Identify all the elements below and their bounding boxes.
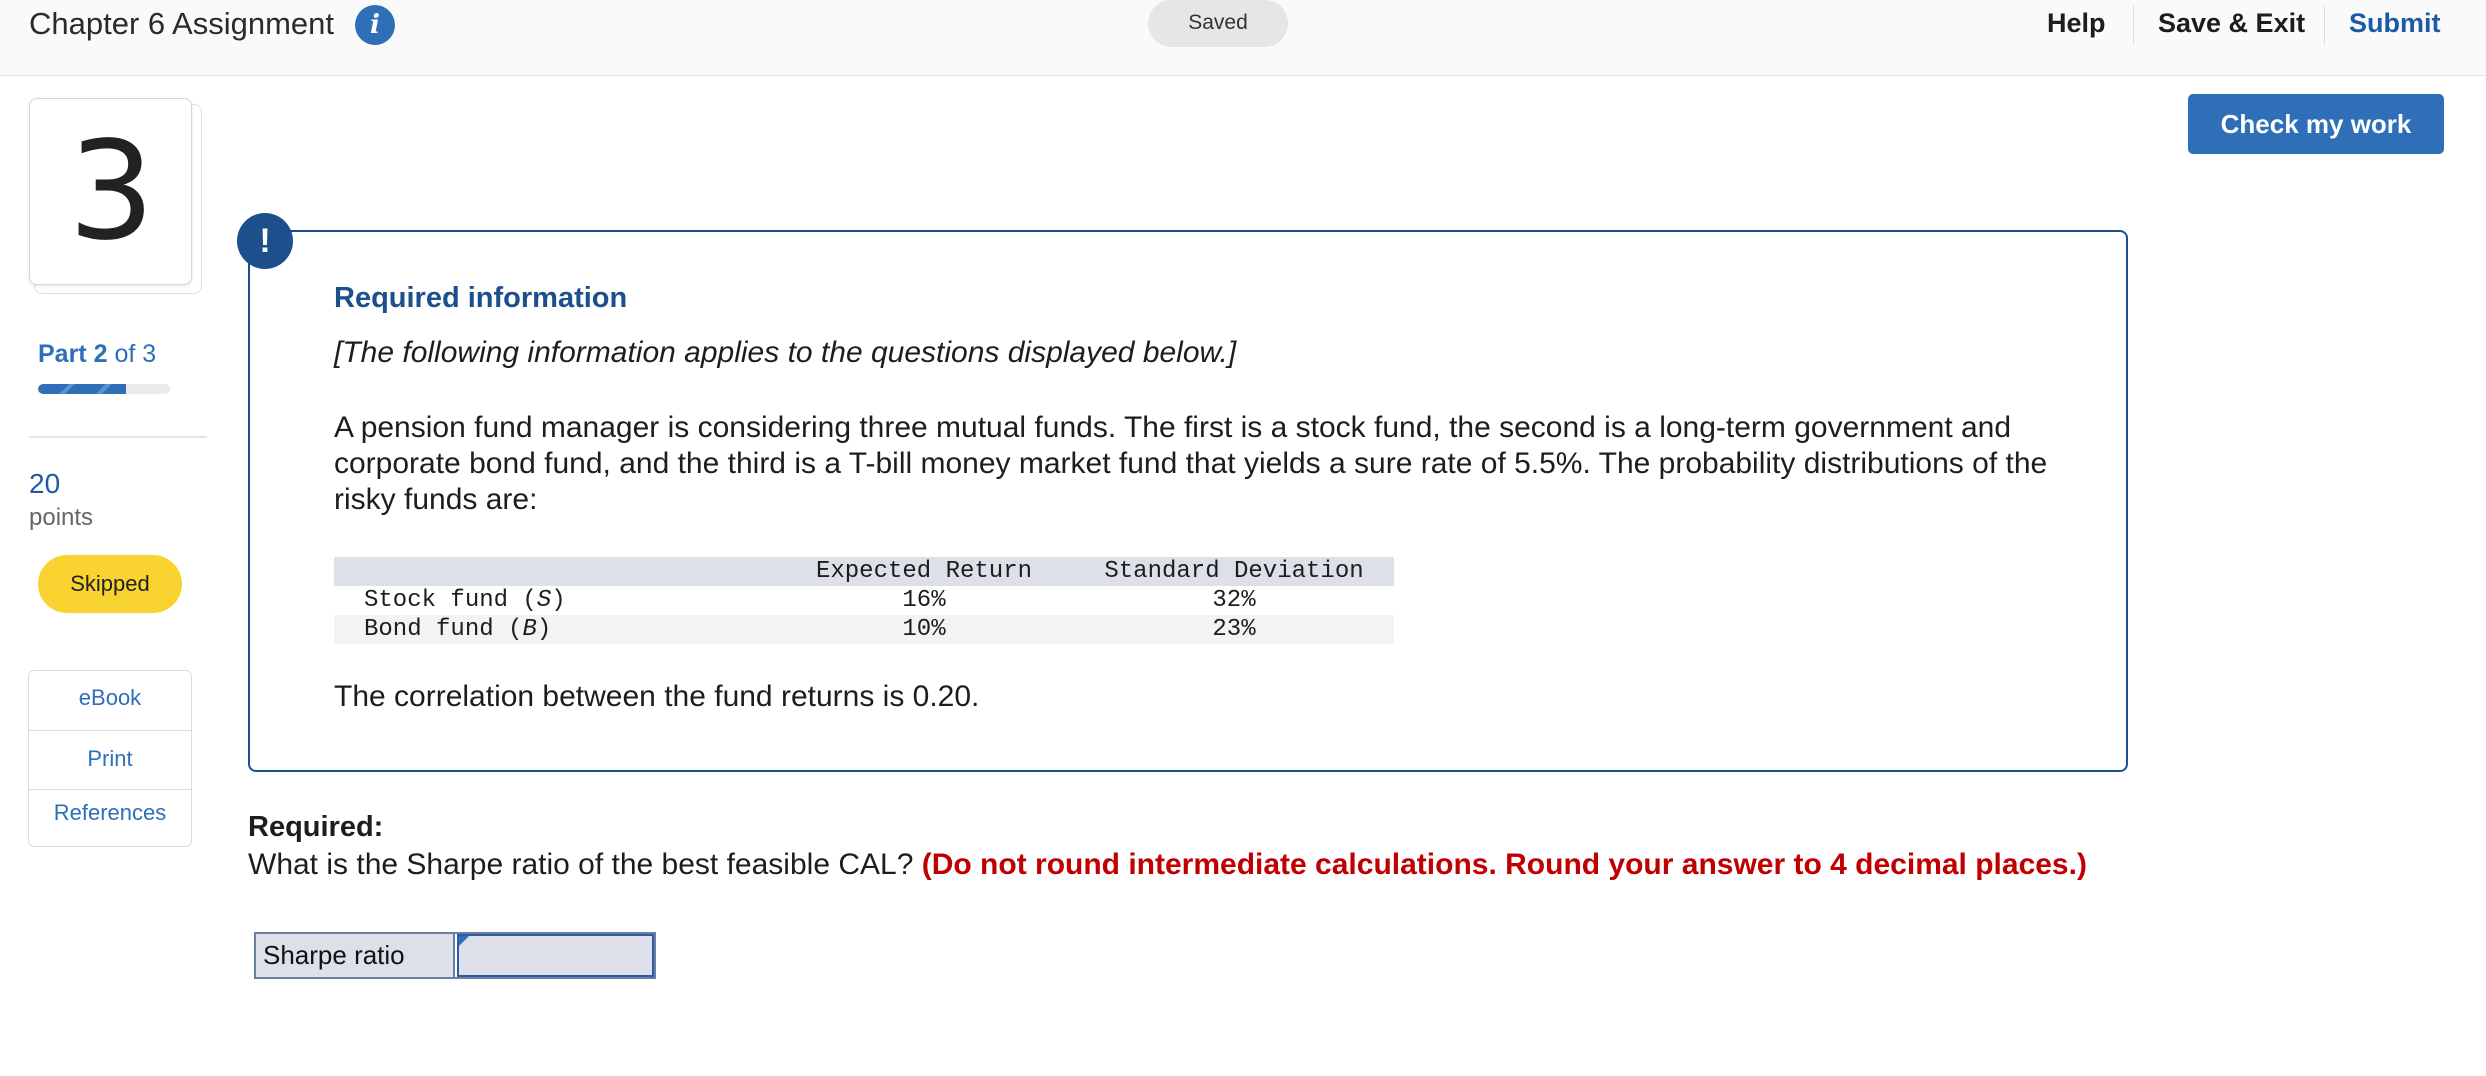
sharpe-ratio-label: Sharpe ratio: [256, 934, 455, 977]
question-number-card: 3: [29, 98, 192, 285]
table-header-expected-return: Expected Return: [774, 557, 1074, 586]
exclamation-icon: !: [237, 213, 293, 269]
required-label: Required:: [248, 811, 384, 843]
required-question: What is the Sharpe ratio of the best fea…: [248, 848, 2087, 882]
references-link[interactable]: References: [29, 800, 191, 826]
rounding-instruction: (Do not round intermediate calculations.…: [921, 848, 2087, 881]
status-badge: Skipped: [38, 555, 182, 613]
row-symbol: S: [536, 587, 552, 614]
row-label-end: ): [536, 616, 552, 643]
table-header-std-dev: Standard Deviation: [1074, 557, 1394, 586]
row-symbol: B: [522, 616, 537, 643]
bond-std-dev: 23%: [1074, 615, 1394, 644]
part-progress-fill: [38, 384, 127, 394]
fund-distribution-table: Expected Return Standard Deviation Stock…: [334, 557, 1394, 644]
table-row: Stock fund (S) 16% 32%: [334, 586, 1394, 615]
correlation-text: The correlation between the fund returns…: [334, 680, 980, 713]
table-header-blank: [334, 557, 774, 586]
save-exit-link[interactable]: Save & Exit: [2158, 8, 2305, 39]
row-label-stock: Stock fund (S): [334, 586, 774, 615]
sidebar-divider: [29, 436, 207, 438]
check-my-work-button[interactable]: Check my work: [2188, 94, 2444, 154]
resources-divider: [29, 789, 191, 790]
part-indicator: Part 2 of 3: [38, 340, 156, 369]
resources-divider: [29, 730, 191, 731]
applies-note: [The following information applies to th…: [334, 336, 1237, 369]
info-icon[interactable]: i: [355, 5, 395, 45]
part-word: Part: [38, 340, 87, 368]
help-link[interactable]: Help: [2047, 8, 2106, 39]
points-value: 20: [29, 468, 61, 499]
row-label-bond: Bond fund (B): [334, 615, 774, 644]
question-number: 3: [68, 113, 155, 271]
table-header-row: Expected Return Standard Deviation: [334, 557, 1394, 586]
part-current: 2: [93, 340, 108, 368]
stock-expected-return: 16%: [902, 587, 946, 614]
question-text: What is the Sharpe ratio of the best fea…: [248, 848, 914, 881]
top-header: Chapter 6 Assignment i Saved Help Save &…: [0, 0, 2486, 76]
required-information-title: Required information: [334, 282, 628, 314]
row-label-text: Bond fund (: [364, 616, 523, 643]
resources-panel: eBook Print References: [28, 670, 192, 847]
part-total: of 3: [114, 340, 157, 368]
header-divider: [2133, 6, 2134, 44]
print-link[interactable]: Print: [29, 746, 191, 772]
sharpe-ratio-input[interactable]: [457, 934, 654, 977]
row-label-text: Stock fund (: [364, 587, 537, 614]
header-divider: [2324, 6, 2325, 44]
table-row: Bond fund (B) 10% 23%: [334, 615, 1394, 644]
row-label-end: ): [551, 587, 566, 614]
answer-row: Sharpe ratio: [254, 932, 656, 979]
points-label: points: [29, 504, 94, 531]
input-corner-marker: [459, 936, 469, 946]
stock-std-dev: 32%: [1212, 587, 1256, 614]
saved-status-pill: Saved: [1148, 0, 1288, 47]
ebook-link[interactable]: eBook: [29, 685, 191, 711]
part-progress-bar: [38, 384, 170, 394]
assignment-title: Chapter 6 Assignment: [29, 6, 335, 41]
problem-paragraph: A pension fund manager is considering th…: [334, 411, 2048, 516]
bond-expected-return: 10%: [774, 615, 1074, 644]
submit-link[interactable]: Submit: [2349, 8, 2441, 39]
